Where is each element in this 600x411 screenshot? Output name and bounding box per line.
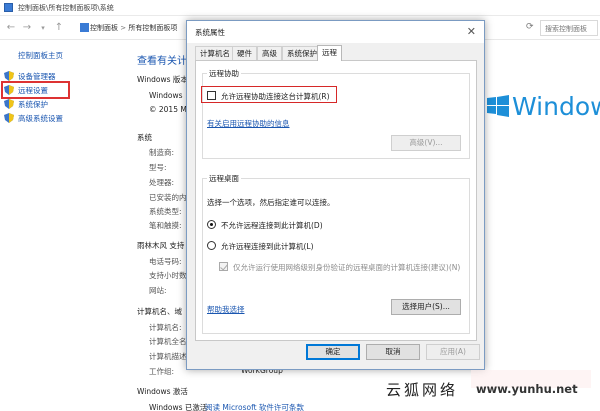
refresh-icon[interactable]: ⟳ bbox=[526, 22, 534, 32]
support-row-label: 支持小时数 bbox=[149, 271, 187, 280]
support-section-label: 雨林木风 支持 bbox=[137, 241, 185, 250]
windows-logo: Window bbox=[487, 88, 600, 128]
support-row-label: 电话号码: bbox=[149, 257, 182, 266]
select-users-button[interactable]: 选择用户(S)... bbox=[391, 299, 461, 315]
control-panel-icon bbox=[4, 3, 13, 12]
dialog-titlebar: 系统属性 ✕ bbox=[187, 21, 484, 43]
system-row-label: 制造商: bbox=[149, 148, 175, 157]
system-row-label: 已安装的内 bbox=[149, 193, 187, 202]
control-panel-titlebar: 控制面板\所有控制面板项\系统 bbox=[0, 0, 600, 16]
tab-hardware[interactable]: 硬件 bbox=[232, 46, 257, 60]
activation-section-label: Windows 激活 bbox=[137, 387, 188, 396]
remote-assistance-group: 远程协助 允许远程协助连接这台计算机(R) 有关启用远程协助的信息 高级(V).… bbox=[201, 68, 470, 159]
edition-section-label: Windows 版本 bbox=[137, 75, 188, 84]
sidebar-item-advanced-system-settings[interactable]: 高级系统设置 bbox=[4, 112, 74, 124]
computer-row-label: 计算机描述 bbox=[149, 352, 187, 361]
breadcrumb-all-items[interactable]: 所有控制面板项 bbox=[128, 24, 177, 32]
allow-remote-assistance-checkbox[interactable]: 允许远程协助连接这台计算机(R) bbox=[207, 90, 333, 102]
sidebar-item-device-manager[interactable]: 设备管理器 bbox=[4, 70, 74, 82]
edition-name: Windows bbox=[149, 91, 183, 100]
computer-section-label: 计算机名、域 bbox=[137, 307, 182, 316]
recent-dropdown-icon[interactable]: ▾ bbox=[36, 21, 50, 35]
radio-button[interactable] bbox=[207, 241, 216, 250]
system-row-label: 型号: bbox=[149, 163, 167, 172]
tab-system-protection[interactable]: 系统保护 bbox=[282, 46, 322, 60]
breadcrumb-control-panel[interactable]: 控制面板 bbox=[90, 24, 118, 32]
control-panel-home-link[interactable]: 控制面板主页 bbox=[18, 50, 63, 61]
checkbox-box[interactable] bbox=[219, 262, 228, 271]
apply-button[interactable]: 应用(A) bbox=[426, 344, 480, 360]
system-row-label: 笔和触摸: bbox=[149, 221, 182, 230]
allow-remote-radio[interactable]: 允许远程连接到此计算机(L) bbox=[207, 240, 367, 252]
nla-only-checkbox[interactable]: 仅允许运行使用网络级别身份验证的远程桌面的计算机连接(建议)(N) bbox=[219, 261, 465, 273]
shield-icon bbox=[4, 99, 14, 109]
dialog-title: 系统属性 bbox=[195, 28, 225, 37]
window-title: 控制面板\所有控制面板项\系统 bbox=[18, 4, 114, 12]
remote-desktop-group: 远程桌面 选择一个选项，然后指定谁可以连接。 不允许远程连接到此计算机(D) 允… bbox=[202, 173, 470, 334]
search-input[interactable]: 搜索控制面板 bbox=[540, 20, 598, 36]
system-section-label: 系统 bbox=[137, 133, 152, 142]
shield-icon bbox=[4, 71, 14, 81]
page-title: 查看有关计 bbox=[137, 56, 187, 67]
radio-button[interactable] bbox=[207, 220, 216, 229]
back-arrow-icon[interactable]: ← bbox=[4, 21, 18, 35]
watermark-url: www.yunhu.net bbox=[476, 382, 578, 396]
tab-strip: 计算机名 硬件 高级 系统保护 远程 bbox=[195, 45, 477, 61]
remote-assistance-title: 远程协助 bbox=[207, 68, 241, 79]
up-arrow-icon[interactable]: ↑ bbox=[52, 21, 66, 35]
shield-icon bbox=[4, 113, 14, 123]
system-properties-dialog: 系统属性 ✕ 计算机名 硬件 高级 系统保护 远程 远程协助 允许远程协助连接这… bbox=[186, 20, 485, 370]
forward-arrow-icon[interactable]: → bbox=[20, 21, 34, 35]
cancel-button[interactable]: 取消 bbox=[366, 344, 420, 360]
remote-desktop-instruction: 选择一个选项，然后指定谁可以连接。 bbox=[207, 198, 335, 207]
sidebar-item-remote-settings[interactable]: 远程设置 bbox=[1, 81, 70, 99]
checkbox-box[interactable] bbox=[207, 91, 216, 100]
shield-icon bbox=[4, 85, 14, 95]
tab-remote[interactable]: 远程 bbox=[317, 45, 342, 61]
computer-row-label: 计算机名: bbox=[149, 323, 182, 332]
deny-remote-radio[interactable]: 不允许远程连接到此计算机(D) bbox=[207, 219, 367, 231]
control-panel-sidebar: 控制面板主页 设备管理器 远程设置 系统保护 高级系统设置 bbox=[0, 40, 130, 411]
system-row-label: 系统类型: bbox=[149, 207, 182, 216]
address-bar[interactable]: 控制面板 > 所有控制面板项 bbox=[80, 20, 188, 36]
tab-advanced[interactable]: 高级 bbox=[257, 46, 282, 60]
tab-computer-name[interactable]: 计算机名 bbox=[195, 46, 235, 60]
support-row-label: 网站: bbox=[149, 286, 167, 295]
computer-row-label: 计算机全名 bbox=[149, 337, 187, 346]
advanced-button[interactable]: 高级(V)... bbox=[391, 135, 461, 151]
ok-button[interactable]: 确定 bbox=[306, 344, 360, 360]
close-icon[interactable]: ✕ bbox=[467, 25, 476, 38]
system-row-label: 处理器: bbox=[149, 178, 175, 187]
windows-flag-icon bbox=[487, 95, 509, 117]
remote-assistance-info-link[interactable]: 有关启用远程协助的信息 bbox=[207, 118, 290, 129]
sidebar-item-system-protection[interactable]: 系统保护 bbox=[4, 98, 74, 110]
computer-row-label: 工作组: bbox=[149, 367, 175, 376]
remote-desktop-title: 远程桌面 bbox=[207, 173, 241, 184]
remote-tab-panel: 远程协助 允许远程协助连接这台计算机(R) 有关启用远程协助的信息 高级(V).… bbox=[195, 60, 477, 341]
control-panel-icon bbox=[80, 23, 89, 32]
edition-copyright: © 2015 M bbox=[149, 105, 187, 114]
activation-status: Windows 已激活 bbox=[149, 403, 208, 411]
license-terms-link[interactable]: 阅读 Microsoft 软件许可条款 bbox=[205, 402, 304, 411]
help-me-choose-link[interactable]: 帮助我选择 bbox=[207, 304, 245, 315]
watermark-text: 云狐网络 bbox=[386, 381, 459, 399]
